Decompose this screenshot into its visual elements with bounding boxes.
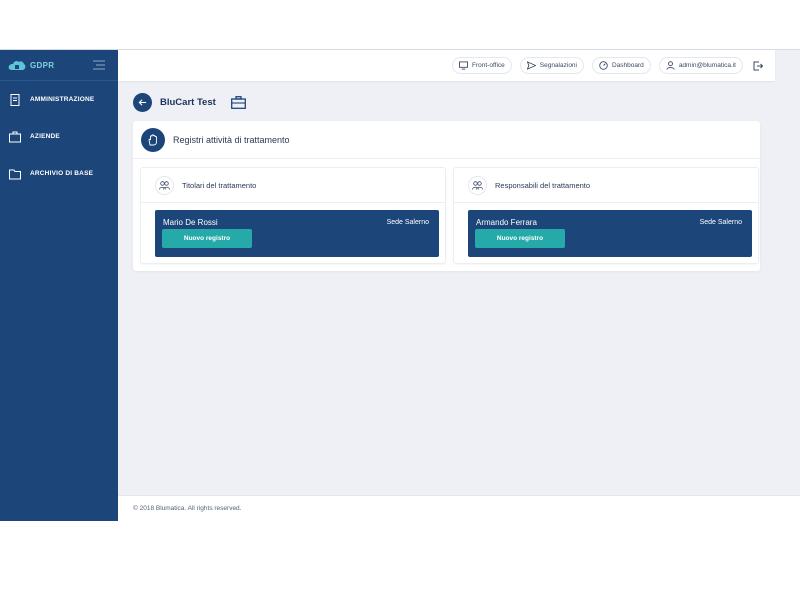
logout-button[interactable] <box>751 59 765 73</box>
sidebar-item-amministrazione[interactable]: AMMINISTRAZIONE <box>0 81 118 118</box>
titolare-entry: Mario De Rossi Sede Salerno Nuovo regist… <box>155 210 439 257</box>
dashboard-gauge-icon <box>599 61 608 70</box>
segnalazioni-link[interactable]: Segnalazioni <box>519 57 584 74</box>
titolari-card: Titolari del trattamento Mario De Rossi … <box>140 167 446 264</box>
nuovo-registro-button[interactable]: Nuovo registro <box>162 229 252 248</box>
registri-card: Registri attività di trattamento Titolar… <box>133 121 760 271</box>
front-office-link[interactable]: Front-office <box>452 57 512 74</box>
responsabili-title: Responsabili del trattamento <box>495 180 591 190</box>
company-name: BluCart Test <box>160 97 216 108</box>
dashboard-label: Dashboard <box>612 62 644 69</box>
titolari-header: Titolari del trattamento <box>141 168 445 203</box>
user-email: admin@blumatica.it <box>678 62 736 69</box>
user-menu[interactable]: admin@blumatica.it <box>658 57 743 74</box>
dashboard-link[interactable]: Dashboard <box>592 57 651 74</box>
responsabili-header: Responsabili del trattamento <box>454 168 758 203</box>
briefcase-icon <box>9 131 21 142</box>
footer: © 2018 Blumatica. All rights reserved. <box>118 495 800 521</box>
sidebar-item-archivio-di-base[interactable]: ARCHIVIO DI BASE <box>0 155 118 192</box>
back-button[interactable] <box>133 93 152 112</box>
hand-icon <box>141 127 165 152</box>
page-header: BluCart Test <box>133 93 246 112</box>
titolari-title: Titolari del trattamento <box>182 180 257 190</box>
user-icon <box>666 61 675 70</box>
send-icon <box>526 61 536 70</box>
sidebar-item-aziende[interactable]: AZIENDE <box>0 118 118 155</box>
nuovo-registro-button[interactable]: Nuovo registro <box>475 229 565 248</box>
logo-bar: GDPR <box>0 50 118 81</box>
folder-icon <box>9 169 21 179</box>
responsabile-entry: Armando Ferrara Sede Salerno Nuovo regis… <box>468 210 752 257</box>
users-icon <box>155 175 174 195</box>
app-shell: GDPR AMMINISTRAZIONE AZIENDE ARCHIVIO DI… <box>0 49 800 521</box>
top-bar: Front-office Segnalazioni Dashboard admi… <box>118 50 775 81</box>
logout-icon <box>753 61 763 70</box>
front-office-label: Front-office <box>472 62 505 69</box>
copyright-text: © 2018 Blumatica. All rights reserved. <box>133 505 242 512</box>
responsabile-name: Armando Ferrara <box>476 218 537 227</box>
responsabili-card: Responsabili del trattamento Armando Fer… <box>453 167 759 264</box>
cloud-logo-icon <box>8 60 26 70</box>
sidebar-item-label: AMMINISTRAZIONE <box>30 96 95 103</box>
users-icon <box>468 175 487 195</box>
sidebar: GDPR AMMINISTRAZIONE AZIENDE ARCHIVIO DI… <box>0 50 118 521</box>
titolare-name: Mario De Rossi <box>163 218 218 227</box>
arrow-left-icon <box>138 99 147 106</box>
briefcase-icon[interactable] <box>230 96 246 109</box>
sidebar-item-label: AZIENDE <box>30 133 60 140</box>
card-title: Registri attività di trattamento <box>173 134 290 145</box>
segnalazioni-label: Segnalazioni <box>539 62 577 69</box>
hamburger-menu-icon[interactable] <box>93 60 105 70</box>
registri-card-header: Registri attività di trattamento <box>133 121 760 159</box>
titolare-site: Sede Salerno <box>386 219 429 226</box>
document-icon <box>10 93 20 106</box>
monitor-icon <box>459 61 468 70</box>
sidebar-item-label: ARCHIVIO DI BASE <box>30 170 94 177</box>
logo-text: GDPR <box>30 60 55 70</box>
responsabile-site: Sede Salerno <box>699 219 742 226</box>
